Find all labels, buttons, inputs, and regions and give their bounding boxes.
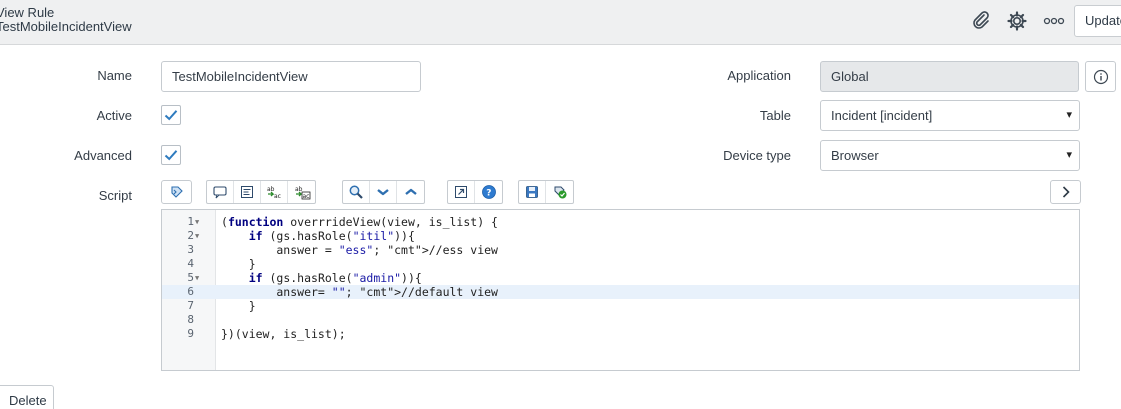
fold-marker-icon[interactable]: ▼ [195, 215, 199, 229]
checkmark-icon [164, 150, 178, 161]
code-line[interactable]: 9 })(view, is_list); [162, 327, 1079, 341]
check-syntax-icon [554, 186, 566, 199]
more-icon[interactable] [1042, 9, 1066, 33]
checkmark-icon [164, 110, 178, 121]
expand-right-icon [1062, 186, 1070, 198]
header-record-type: View Rule [0, 5, 55, 20]
replace-icon: abac [267, 186, 281, 200]
format-button[interactable] [234, 181, 261, 203]
update-button[interactable]: Update [1074, 5, 1121, 37]
code-text: answer = "ess"; "cmt">//ess view [221, 243, 498, 257]
code-text: answer= ""; "cmt">//default view [221, 285, 498, 299]
active-checkbox[interactable] [161, 105, 181, 125]
code-text: (function overrrideView(view, is_list) { [221, 215, 498, 229]
save-icon [526, 186, 538, 198]
replace-button[interactable]: ab ac [261, 181, 288, 203]
delete-button[interactable]: Delete [0, 385, 54, 409]
fold-marker-icon[interactable]: ▼ [195, 229, 199, 243]
editor-toolbar-save-group [518, 180, 574, 204]
code-text: } [221, 299, 256, 313]
line-number: 9 [187, 327, 194, 340]
info-icon [1093, 69, 1108, 84]
editor-toolbar-misc-group: ? [447, 180, 503, 204]
advanced-checkbox[interactable] [161, 145, 181, 165]
editor-toolbar-edit-group: ab ac ab ac [206, 180, 316, 204]
expand-right-button[interactable] [1050, 180, 1081, 204]
code-line[interactable]: 4 } [162, 257, 1079, 271]
svg-text:?: ? [486, 189, 491, 199]
replace-all-button[interactable]: ab ac [288, 181, 315, 203]
search-icon [349, 185, 363, 199]
help-icon: ? [481, 185, 496, 199]
fold-icon [377, 189, 389, 196]
info-button[interactable] [1085, 61, 1116, 92]
form-header: View Rule TestMobileIncidentView Update [0, 0, 1121, 45]
table-select[interactable]: Incident [incident] [820, 100, 1080, 131]
fold-all-button[interactable] [370, 181, 397, 203]
line-number: 5 [187, 271, 194, 284]
code-line[interactable]: 5 ▼ if (gs.hasRole("admin")){ [162, 271, 1079, 285]
device-type-label: Device type [723, 148, 791, 163]
help-button[interactable]: ? [475, 181, 502, 203]
header-title: View Rule TestMobileIncidentView [0, 6, 132, 34]
format-icon [241, 186, 253, 198]
save-script-button[interactable] [519, 181, 546, 203]
paperclip-icon[interactable] [969, 9, 993, 33]
line-number: 6 [187, 285, 194, 298]
svg-text:ab: ab [267, 186, 275, 193]
code-text: if (gs.hasRole("itil")){ [248, 229, 415, 243]
line-number: 3 [187, 243, 194, 256]
replace-all-icon: abac [295, 186, 310, 200]
name-field[interactable]: TestMobileIncidentView [161, 61, 421, 92]
line-number: 4 [187, 257, 194, 270]
code-line[interactable]: 7 } [162, 299, 1079, 313]
table-label: Table [759, 108, 791, 123]
comment-button[interactable] [207, 181, 234, 203]
code-line[interactable]: 2 ▼ if (gs.hasRole("itil")){ [162, 229, 1079, 243]
unfold-icon [404, 188, 417, 195]
unfold-all-button[interactable] [397, 181, 424, 203]
code-line-active[interactable]: 6 answer= ""; "cmt">//default view [162, 285, 1079, 299]
editor-toolbar-search-group [342, 180, 425, 204]
code-line[interactable]: 3 answer = "ess"; "cmt">//ess view [162, 243, 1079, 257]
toggle-syntax-icon [170, 186, 183, 198]
comment-icon [213, 186, 227, 199]
script-label: Script [98, 188, 132, 203]
search-button[interactable] [343, 181, 370, 203]
name-label: Name [97, 68, 132, 83]
line-number: 1 [187, 215, 194, 228]
svg-text:ac: ac [302, 193, 309, 200]
check-syntax-button[interactable] [546, 181, 573, 203]
advanced-label: Advanced [74, 148, 132, 163]
fullscreen-icon [455, 186, 467, 198]
line-number: 8 [187, 313, 194, 326]
device-type-select[interactable]: Browser [820, 140, 1080, 171]
line-number: 7 [187, 299, 194, 312]
application-label: Application [727, 68, 791, 83]
fullscreen-button[interactable] [448, 181, 475, 203]
active-label: Active [96, 108, 132, 123]
svg-text:ac: ac [274, 193, 281, 200]
line-number: 2 [187, 229, 194, 242]
header-record-name: TestMobileIncidentView [0, 19, 132, 34]
application-field: Global [820, 61, 1079, 92]
code-text: })(view, is_list); [221, 327, 346, 341]
gear-icon[interactable] [1005, 9, 1029, 33]
toggle-syntax-button[interactable] [161, 180, 192, 204]
script-editor[interactable]: 1 ▼ (function overrrideView(view, is_lis… [161, 209, 1080, 371]
fold-marker-icon[interactable]: ▼ [195, 271, 199, 285]
code-line[interactable]: 8 [162, 313, 1079, 327]
svg-text:ab: ab [295, 186, 303, 193]
code-text: if (gs.hasRole("admin")){ [248, 271, 422, 285]
code-text: } [221, 257, 256, 271]
code-line[interactable]: 1 ▼ (function overrrideView(view, is_lis… [162, 215, 1079, 229]
